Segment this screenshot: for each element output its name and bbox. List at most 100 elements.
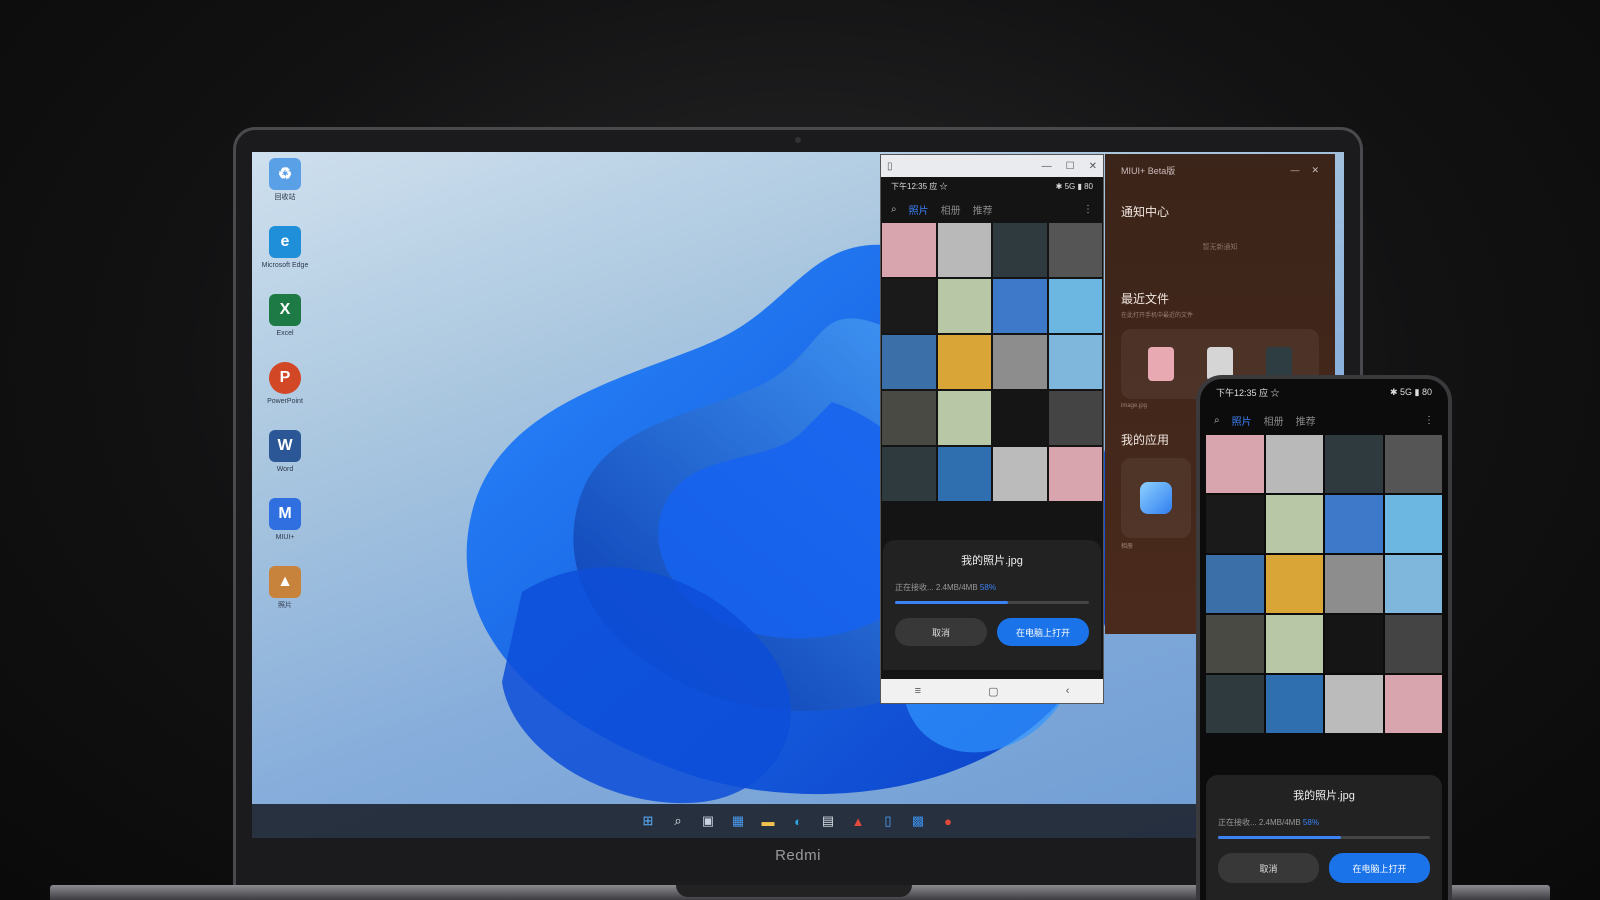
miui-close-button[interactable]: ✕ [1311,165,1319,176]
store-icon[interactable]: ▤ [817,810,839,832]
photo-thumbnail[interactable] [993,391,1047,445]
photo-thumbnail[interactable] [1384,555,1442,613]
photo-thumbnail[interactable] [1384,675,1442,733]
photo-thumbnail[interactable] [1325,675,1383,733]
photo-thumbnail[interactable] [1048,335,1102,389]
photo-thumbnail[interactable] [1265,495,1323,553]
recent-files-title: 最近文件 [1121,292,1170,306]
home-button[interactable]: ▢ [988,685,998,698]
photo-thumbnail[interactable] [882,335,936,389]
tab-recommended[interactable]: 推荐 [1296,413,1316,428]
photo-thumbnail[interactable] [937,447,991,501]
search-icon[interactable]: ⌕ [667,810,689,832]
photo-thumbnail[interactable] [1325,615,1383,673]
task-view-icon[interactable]: ▣ [697,810,719,832]
photos-icon: ▲ [269,566,301,598]
notification-center-title: 通知中心 [1121,205,1170,219]
photo-thumbnail[interactable] [1384,435,1442,493]
widgets-icon[interactable]: ▦ [727,810,749,832]
desktop-icon-powerpoint[interactable]: P PowerPoint [260,362,310,430]
photo-thumbnail[interactable] [1265,555,1323,613]
recents-button[interactable]: ≡ [915,685,921,697]
desktop-icon-label: 回收站 [274,194,296,201]
close-button[interactable]: ✕ [1089,161,1097,172]
desktop-icon-miui-plus[interactable]: M MIUI+ [260,498,310,566]
mirror-app-icon: ▯ [887,160,893,172]
photo-thumbnail[interactable] [937,335,991,389]
photo-thumbnail[interactable] [937,279,991,333]
photo-thumbnail[interactable] [993,279,1047,333]
photo-thumbnail[interactable] [1325,555,1383,613]
photo-thumbnail[interactable] [882,223,936,277]
photo-thumbnail[interactable] [1384,615,1442,673]
photo-thumbnail[interactable] [1048,391,1102,445]
excel-icon: X [269,294,301,326]
photo-thumbnail[interactable] [1048,279,1102,333]
photo-thumbnail[interactable] [1325,495,1383,553]
photo-thumbnail[interactable] [1265,675,1323,733]
windows-taskbar: ⊞⌕▣▦▬◐▤▲▯▩●^ ⌁ [252,804,1344,838]
open-on-pc-button[interactable]: 在电脑上打开 [997,618,1089,646]
photo-thumbnail[interactable] [882,447,936,501]
transfer-progress-fill [895,601,1008,604]
desktop-icon-excel[interactable]: X Excel [260,294,310,362]
transfer-progress-bar [1218,836,1430,839]
photo-thumbnail[interactable] [1206,435,1264,493]
photo-thumbnail[interactable] [993,447,1047,501]
search-icon[interactable]: ⌕ [1214,415,1220,426]
photo-thumbnail[interactable] [1325,435,1383,493]
recent-file-thumbnail[interactable] [1147,347,1174,381]
photo-thumbnail[interactable] [1048,223,1102,277]
photo-thumbnail[interactable] [1048,447,1102,501]
photo-thumbnail[interactable] [1206,495,1264,553]
transfer-percent: 58% [979,583,996,592]
cancel-button[interactable]: 取消 [1218,853,1319,883]
desktop-icon-recycle-bin[interactable]: ♻ 回收站 [260,158,310,226]
photo-thumbnail[interactable] [1265,615,1323,673]
tab-recommended[interactable]: 推荐 [973,202,993,217]
office-icon[interactable]: ▲ [847,810,869,832]
search-icon[interactable]: ⌕ [891,204,897,215]
photo-thumbnail[interactable] [937,223,991,277]
phone-mirror-icon[interactable]: ▯ [877,810,899,832]
cancel-button[interactable]: 取消 [895,618,987,646]
photo-thumbnail[interactable] [1206,555,1264,613]
photo-thumbnail[interactable] [937,391,991,445]
open-on-pc-button[interactable]: 在电脑上打开 [1329,853,1430,883]
photo-thumbnail[interactable] [1384,495,1442,553]
photo-thumbnail[interactable] [993,335,1047,389]
minimize-button[interactable]: — [1042,161,1052,172]
miui-titlebar: MIUI+ Beta版 — ✕ [1121,164,1319,177]
file-explorer-icon[interactable]: ▬ [757,810,779,832]
desktop-icon-label: 照片 [278,602,292,609]
photo-grid [881,223,1103,501]
edge-icon[interactable]: ◐ [787,810,809,832]
app-icon[interactable]: ● [937,810,959,832]
photo-thumbnail[interactable] [993,223,1047,277]
photo-thumbnail[interactable] [1206,675,1264,733]
physical-phone: 下午12:35 应 ☆ ✱ 5G ▮ 80 ⌕ 照片 相册 推荐 ⋮ 我的照片.… [1196,375,1452,900]
photo-thumbnail[interactable] [882,391,936,445]
miui-minimize-button[interactable]: — [1290,165,1299,176]
transfer-progress-fill [1218,836,1341,839]
desktop-icon-photos[interactable]: ▲ 照片 [260,566,310,634]
gallery-app-icon [1140,482,1172,514]
recycle-bin-icon: ♻ [269,158,301,190]
start-icon[interactable]: ⊞ [637,810,659,832]
maximize-button[interactable]: ☐ [1066,161,1075,172]
photo-thumbnail[interactable] [1265,435,1323,493]
more-icon[interactable]: ⋮ [1424,415,1434,426]
gallery-app-tile[interactable] [1121,458,1191,538]
tab-albums[interactable]: 相册 [1264,413,1284,428]
photo-thumbnail[interactable] [882,279,936,333]
tab-photos[interactable]: 照片 [1232,413,1252,428]
desktop-icon-word[interactable]: W Word [260,430,310,498]
miui-plus-icon[interactable]: ▩ [907,810,929,832]
desktop-icon-edge[interactable]: e Microsoft Edge [260,226,310,294]
tab-photos[interactable]: 照片 [909,202,929,217]
mirror-status-bar: 下午12:35 应 ☆ ✱ 5G ▮ 80 [881,177,1103,195]
photo-thumbnail[interactable] [1206,615,1264,673]
tab-albums[interactable]: 相册 [941,202,961,217]
back-button[interactable]: ‹ [1066,685,1070,697]
more-icon[interactable]: ⋮ [1083,204,1093,215]
